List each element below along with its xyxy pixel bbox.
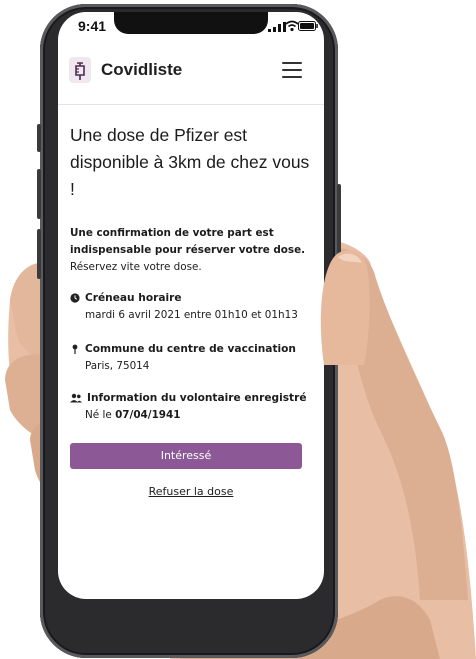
status-bar: 9:41 (58, 17, 324, 37)
pin-icon (72, 344, 78, 354)
confirmation-sub: Réservez vite votre dose. (70, 261, 202, 273)
phone-screen: 9:41 Covidliste Une dose de Pfizer est d… (58, 12, 324, 599)
place-label: Commune du centre de vaccination (85, 343, 296, 355)
volunteer-prefix: Né le (85, 409, 112, 421)
confirmation-text: Une confirmation de votre part est indis… (70, 225, 315, 276)
hamburger-menu-icon[interactable] (282, 62, 302, 78)
confirmation-bold: Une confirmation de votre part est indis… (70, 227, 306, 256)
thumb-image (320, 250, 370, 365)
volume-up-button (37, 169, 41, 219)
clock-icon (70, 293, 80, 303)
slot-label: Créneau horaire (85, 292, 182, 304)
users-icon (70, 393, 82, 403)
interested-button[interactable]: Intéressé (70, 443, 302, 469)
page-title: Une dose de Pfizer est disponible à 3km … (70, 125, 310, 199)
power-button (337, 184, 341, 254)
status-time: 9:41 (78, 18, 107, 34)
syringe-logo-icon[interactable] (69, 57, 91, 83)
app-header: Covidliste (58, 48, 324, 105)
wifi-icon (285, 20, 299, 32)
signal-icon (268, 22, 286, 32)
brand-name[interactable]: Covidliste (101, 60, 182, 80)
place-value: Paris, 75014 (85, 360, 150, 372)
volume-down-button (37, 229, 41, 279)
volunteer-block: Information du volontaire enregistré Né … (70, 392, 315, 421)
volunteer-value: Né le 07/04/1941 (85, 409, 315, 421)
volunteer-date: 07/04/1941 (115, 409, 181, 421)
mute-switch (37, 124, 41, 152)
refuse-dose-link[interactable]: Refuser la dose (58, 485, 324, 498)
place-block: Commune du centre de vaccination Paris, … (70, 343, 315, 372)
slot-block: Créneau horaire mardi 6 avril 2021 entre… (70, 292, 315, 321)
volunteer-label: Information du volontaire enregistré (87, 392, 307, 404)
battery-icon (298, 21, 318, 31)
slot-value: mardi 6 avril 2021 entre 01h10 et 01h13 (85, 309, 298, 321)
